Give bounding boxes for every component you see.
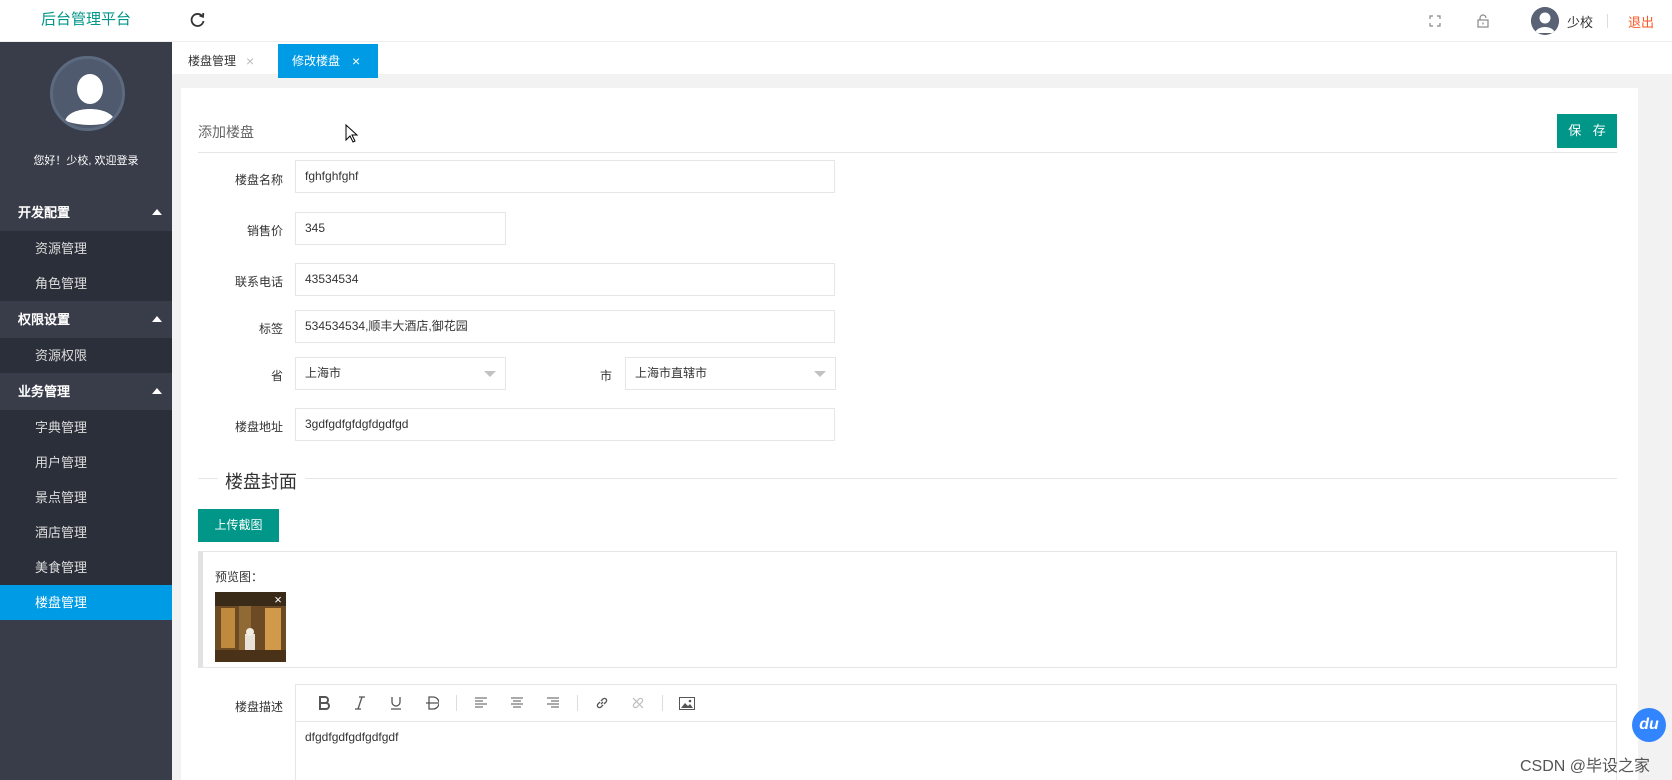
fullscreen-icon[interactable] [1425, 11, 1445, 31]
sidebar-item-resource-permission[interactable]: 资源权限 [0, 338, 172, 373]
menu-group-permission[interactable]: 权限设置 [0, 301, 172, 338]
page-title: 添加楼盘 [198, 124, 254, 140]
caret-up-icon [152, 316, 162, 322]
top-header: 后台管理平台 少校 退出 [0, 0, 1672, 42]
tab-label: 修改楼盘 [292, 54, 341, 68]
name-label: 楼盘名称 [234, 173, 283, 187]
du-badge[interactable]: du [1632, 708, 1666, 742]
phone-field[interactable]: 43534534 [295, 263, 835, 296]
property-name-field[interactable]: fghfghfghf [295, 160, 835, 193]
province-value: 上海市 [305, 366, 342, 380]
tab-property-management[interactable]: 楼盘管理 × [188, 44, 268, 78]
remove-image-icon[interactable]: × [271, 593, 285, 607]
refresh-icon[interactable] [188, 10, 208, 30]
address-field[interactable]: 3gdfgdfgfdgfdgdfgd [295, 408, 835, 441]
avatar[interactable] [1530, 7, 1559, 35]
cursor-icon [345, 123, 359, 144]
italic-icon[interactable] [342, 691, 378, 715]
image-icon[interactable] [669, 691, 705, 715]
bold-icon[interactable] [306, 691, 342, 715]
sidebar-item-role[interactable]: 角色管理 [0, 266, 172, 301]
logout-link[interactable]: 退出 [1628, 12, 1654, 31]
tab-edit-property[interactable]: 修改楼盘 × [278, 44, 378, 78]
tab-label: 楼盘管理 [188, 54, 237, 68]
divider [305, 478, 1617, 479]
sidebar-item-dictionary[interactable]: 字典管理 [0, 410, 172, 445]
align-right-icon[interactable] [535, 691, 571, 715]
close-icon[interactable]: × [352, 44, 360, 78]
chevron-down-icon [484, 371, 496, 377]
tags-field[interactable]: 534534534,顺丰大酒店,御花园 [295, 310, 835, 343]
phone-label: 联系电话 [234, 275, 283, 289]
close-icon[interactable]: × [246, 44, 254, 78]
tab-bar: 楼盘管理 × 修改楼盘 × [172, 42, 1672, 80]
divider [198, 478, 218, 479]
editor-toolbar [296, 685, 1616, 722]
menu-group-label: 业务管理 [18, 384, 71, 399]
underline-icon[interactable] [378, 691, 414, 715]
price-label: 销售价 [246, 224, 283, 238]
sidebar: 您好！少校, 欢迎登录 开发配置 资源管理 角色管理 权限设置 资源权限 业务管… [0, 42, 172, 780]
watermark: CSDN @毕设之家 [1520, 758, 1651, 775]
description-label: 楼盘描述 [234, 700, 283, 714]
caret-up-icon [152, 388, 162, 394]
tags-label: 标签 [258, 322, 283, 336]
align-center-icon[interactable] [499, 691, 535, 715]
menu-group-label: 权限设置 [18, 312, 71, 327]
cover-section-header: 楼盘封面 [198, 468, 1617, 492]
menu-group-business[interactable]: 业务管理 [0, 373, 172, 410]
editor-content[interactable]: dfgdfgdfgdfgdfgdf [296, 722, 1616, 752]
rich-text-editor: dfgdfgdfgdfgdfgdf [295, 684, 1617, 780]
city-select[interactable]: 上海市直辖市 [625, 357, 836, 390]
divider [1606, 14, 1608, 28]
preview-box: 预览图： × [198, 551, 1617, 668]
city-value: 上海市直辖市 [635, 366, 708, 380]
sidebar-menu: 开发配置 资源管理 角色管理 权限设置 资源权限 业务管理 字典管理 用户管理 … [0, 194, 172, 620]
divider [456, 695, 457, 711]
align-left-icon[interactable] [463, 691, 499, 715]
form-card: 添加楼盘 保 存 楼盘名称 fghfghfghf 销售价 345 联系电话 43… [181, 88, 1638, 780]
welcome-text: 您好！少校, 欢迎登录 [33, 155, 139, 167]
chevron-down-icon [814, 371, 826, 377]
divider [577, 695, 578, 711]
sidebar-item-resource[interactable]: 资源管理 [0, 231, 172, 266]
user-name[interactable]: 少校 [1567, 12, 1593, 31]
province-label: 省 [270, 369, 283, 383]
sidebar-item-properties[interactable]: 楼盘管理 [0, 585, 172, 620]
divider [662, 695, 663, 711]
save-button[interactable]: 保 存 [1557, 114, 1617, 148]
city-label: 市 [599, 369, 612, 383]
unlink-icon[interactable] [620, 691, 656, 715]
sidebar-item-food[interactable]: 美食管理 [0, 550, 172, 585]
app-logo[interactable]: 后台管理平台 [0, 0, 172, 42]
price-field[interactable]: 345 [295, 212, 506, 245]
caret-up-icon [152, 209, 162, 215]
menu-group-dev-config[interactable]: 开发配置 [0, 194, 172, 231]
section-title: 楼盘封面 [225, 472, 297, 492]
sidebar-avatar [50, 56, 125, 131]
upload-button[interactable]: 上传截图 [198, 509, 279, 542]
preview-image: × [215, 592, 286, 662]
divider [198, 152, 1617, 153]
strikethrough-icon[interactable] [414, 691, 450, 715]
province-select[interactable]: 上海市 [295, 357, 506, 390]
menu-group-label: 开发配置 [18, 205, 71, 220]
sidebar-item-attractions[interactable]: 景点管理 [0, 480, 172, 515]
preview-label: 预览图： [215, 570, 264, 584]
address-label: 楼盘地址 [234, 420, 283, 434]
lock-icon[interactable] [1473, 11, 1493, 31]
link-icon[interactable] [584, 691, 620, 715]
sidebar-item-users[interactable]: 用户管理 [0, 445, 172, 480]
sidebar-item-hotels[interactable]: 酒店管理 [0, 515, 172, 550]
